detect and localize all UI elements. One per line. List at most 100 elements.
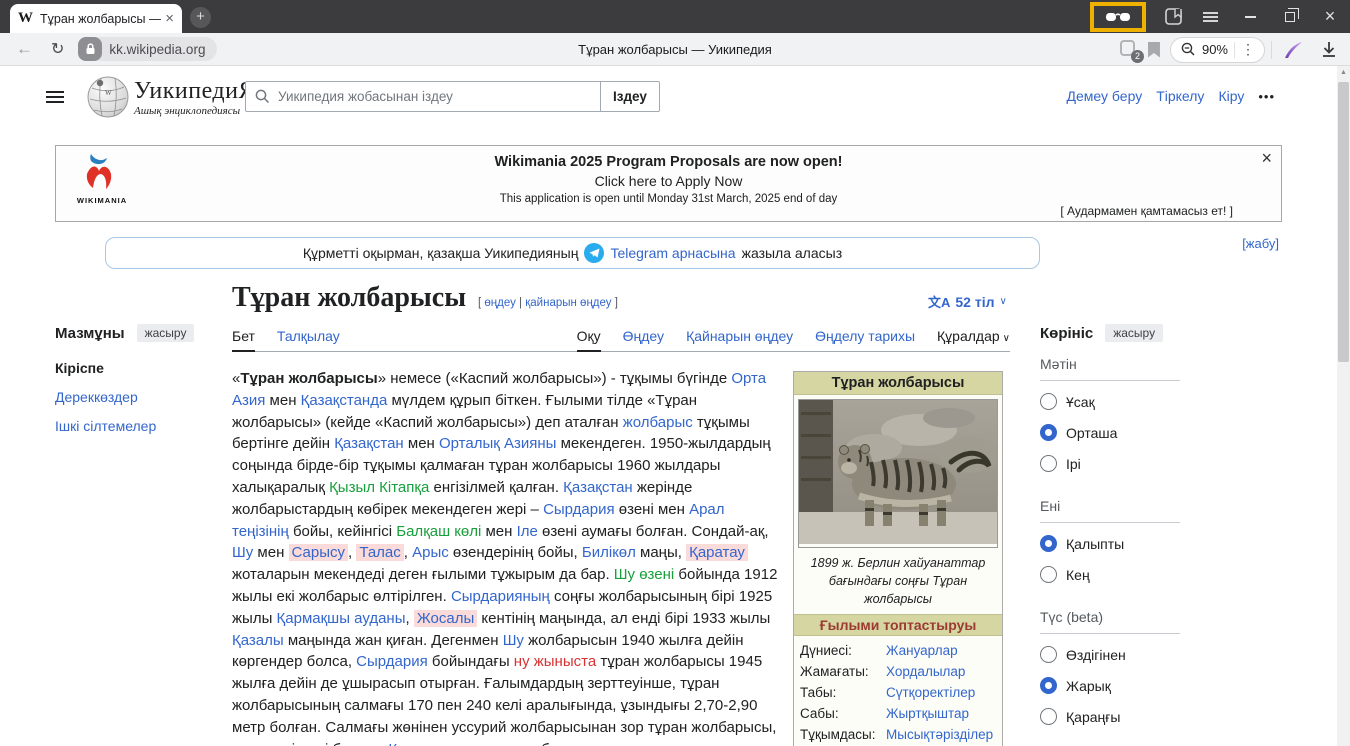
- toc-item[interactable]: Кіріспе: [55, 358, 223, 378]
- toc-item[interactable]: Дереккөздер: [55, 387, 223, 407]
- zoom-control[interactable]: 90% ⋮: [1170, 37, 1265, 63]
- article-link[interactable]: Сырдария: [356, 653, 428, 670]
- restore-button[interactable]: [1270, 0, 1310, 33]
- edit-link[interactable]: өңдеу: [484, 297, 515, 309]
- radio-option-Қараңғы[interactable]: Қараңғы: [1040, 706, 1180, 727]
- article-link[interactable]: Жосалы: [414, 610, 477, 627]
- article-link[interactable]: Шу: [503, 632, 524, 649]
- banner-apply-link[interactable]: Click here to Apply Now: [56, 173, 1281, 189]
- download-icon[interactable]: [1314, 41, 1344, 58]
- radio-unchecked-icon[interactable]: [1040, 455, 1057, 472]
- header-link[interactable]: Кіру: [1218, 88, 1244, 104]
- header-more-icon[interactable]: •••: [1258, 89, 1275, 104]
- url-field[interactable]: kk.wikipedia.org: [78, 37, 217, 61]
- article-tab-Қайнарын өңдеу[interactable]: Қайнарын өңдеу: [686, 328, 793, 344]
- taxon-value[interactable]: Хордалылар: [886, 664, 965, 679]
- article-link[interactable]: Қазақстанда: [301, 392, 388, 409]
- appearance-hide-button[interactable]: жасыру: [1105, 324, 1163, 342]
- main-menu-icon[interactable]: [46, 88, 64, 106]
- article-link[interactable]: Қаратау: [686, 544, 748, 561]
- article-link[interactable]: Талас: [356, 544, 403, 561]
- radio-checked-icon[interactable]: [1040, 535, 1057, 552]
- close-button[interactable]: ×: [1310, 0, 1350, 33]
- scrollbar-thumb[interactable]: [1338, 82, 1349, 362]
- article-link[interactable]: Іле: [517, 523, 538, 540]
- banner-translate-note[interactable]: [ Аудармамен қамтамасыз ет! ]: [1060, 204, 1233, 218]
- article-link[interactable]: ну жыныста: [514, 653, 596, 670]
- article-link[interactable]: Қазалы: [232, 632, 284, 649]
- search-icon: [255, 89, 270, 104]
- minimize-button[interactable]: [1230, 0, 1270, 33]
- radio-option-Ұсақ[interactable]: Ұсақ: [1040, 391, 1180, 412]
- article-tab-Талқылау[interactable]: Талқылау: [277, 328, 340, 344]
- article-link[interactable]: Керуенге: [388, 741, 451, 746]
- tab-groups-icon[interactable]: 2: [1120, 40, 1142, 60]
- close-banner-link[interactable]: [жабу]: [1242, 236, 1279, 251]
- reload-icon[interactable]: ↻: [51, 39, 64, 59]
- radio-option-Орташа[interactable]: Орташа: [1040, 422, 1180, 443]
- search-box[interactable]: [245, 81, 601, 112]
- radio-option-Жарық[interactable]: Жарық: [1040, 675, 1180, 696]
- radio-checked-icon[interactable]: [1040, 424, 1057, 441]
- header-link[interactable]: Тіркелу: [1156, 88, 1204, 104]
- radio-checked-icon[interactable]: [1040, 677, 1057, 694]
- sidebar-bookmark-icon[interactable]: [1156, 0, 1190, 33]
- banner-close-icon[interactable]: ×: [1261, 148, 1272, 169]
- article-tab-Бет[interactable]: Бет: [232, 328, 255, 344]
- language-selector[interactable]: 文A 52 тіл ∨: [928, 292, 1007, 311]
- scrollbar-up-icon[interactable]: ▲: [1337, 69, 1350, 76]
- lock-icon[interactable]: [78, 37, 102, 61]
- radio-unchecked-icon[interactable]: [1040, 393, 1057, 410]
- article-link[interactable]: Шу өзені: [614, 566, 674, 583]
- browser-tab[interactable]: W Тұран жолбарысы — Уи ×: [10, 4, 182, 33]
- highlighted-glasses-box[interactable]: [1090, 2, 1146, 32]
- wikipedia-wordmark[interactable]: УикипедиЯ Ашық энциклопедиясы: [134, 78, 255, 117]
- bookmark-icon[interactable]: [1148, 42, 1160, 58]
- wikipedia-globe-logo[interactable]: W: [86, 74, 130, 123]
- back-icon[interactable]: ←: [16, 39, 33, 59]
- telegram-channel-link[interactable]: Telegram арнасына: [610, 245, 735, 261]
- article-tab-Өңдеу[interactable]: Өңдеу: [623, 328, 664, 344]
- more-options-icon[interactable]: ⋮: [1241, 41, 1256, 58]
- radio-option-Өздігінен[interactable]: Өздігінен: [1040, 644, 1180, 665]
- browser-menu-icon[interactable]: [1190, 0, 1230, 33]
- radio-unchecked-icon[interactable]: [1040, 646, 1057, 663]
- article-link[interactable]: Қызыл Кітапқа: [329, 479, 429, 496]
- article-link[interactable]: Сырдария: [543, 501, 615, 518]
- article-link[interactable]: Орталық Азияны: [439, 435, 556, 452]
- article-link[interactable]: жолбарыс: [623, 414, 693, 431]
- radio-option-Кең[interactable]: Кең: [1040, 564, 1180, 585]
- article-link[interactable]: Қармақшы ауданы: [277, 610, 406, 627]
- article-tab-Оқу[interactable]: Оқу: [577, 328, 601, 344]
- edit-source-link[interactable]: қайнарын өңдеу: [525, 297, 611, 309]
- taxon-value[interactable]: Жыртқыштар: [886, 706, 969, 721]
- article-link[interactable]: Арыс: [412, 544, 449, 561]
- new-tab-button[interactable]: +: [190, 7, 211, 28]
- article-link[interactable]: Қазақстан: [334, 435, 404, 452]
- article-tab-Өңделу тарихы[interactable]: Өңделу тарихы: [815, 328, 915, 344]
- radio-unchecked-icon[interactable]: [1040, 708, 1057, 725]
- tiger-photo[interactable]: [798, 399, 998, 548]
- article-link[interactable]: Билікөл: [582, 544, 636, 561]
- page-scrollbar[interactable]: ▲: [1337, 66, 1350, 746]
- article-link[interactable]: Сарысу: [289, 544, 348, 561]
- wikimania-banner[interactable]: WIKIMANIA Wikimania 2025 Program Proposa…: [55, 145, 1282, 222]
- search-input[interactable]: [278, 89, 600, 104]
- yandex-pen-icon[interactable]: [1278, 39, 1308, 61]
- article-link[interactable]: Сырдарияның: [451, 588, 550, 605]
- article-tab-Құралдар[interactable]: Құралдар∨: [937, 328, 1010, 344]
- tab-close-icon[interactable]: ×: [165, 10, 174, 27]
- radio-unchecked-icon[interactable]: [1040, 566, 1057, 583]
- header-link[interactable]: Демеу беру: [1067, 88, 1143, 104]
- article-link[interactable]: Балқаш көлі: [396, 523, 481, 540]
- search-button[interactable]: Іздеу: [601, 81, 660, 112]
- taxon-value[interactable]: Сүтқоректілер: [886, 685, 975, 700]
- article-link[interactable]: Қазақстан: [563, 479, 633, 496]
- toc-hide-button[interactable]: жасыру: [137, 324, 195, 342]
- radio-option-Ірі[interactable]: Ірі: [1040, 453, 1180, 474]
- radio-option-Қалыпты[interactable]: Қалыпты: [1040, 533, 1180, 554]
- taxon-value[interactable]: Мысықтәрізділер: [886, 727, 993, 742]
- taxon-value[interactable]: Жануарлар: [886, 643, 958, 658]
- article-link[interactable]: Шу: [232, 544, 253, 561]
- toc-item[interactable]: Ішкі сілтемелер: [55, 416, 223, 436]
